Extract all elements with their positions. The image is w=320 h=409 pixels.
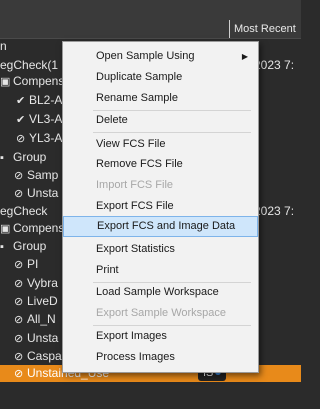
- menu-item-remove-fcs-file[interactable]: Remove FCS File: [63, 154, 258, 175]
- gate-icon: ⊘: [14, 259, 24, 271]
- tree-row-label: Samp: [27, 168, 59, 182]
- submenu-arrow-icon: ▶: [241, 52, 248, 61]
- menu-item-label: Open Sample Using: [96, 50, 195, 62]
- menu-item-load-sample-workspace[interactable]: Load Sample Workspace: [63, 282, 258, 303]
- tree-row-label: Unsta: [27, 186, 59, 200]
- gate-icon: ⊘: [14, 368, 24, 380]
- sort-most-recent-header[interactable]: Most Recent: [229, 20, 306, 38]
- tree-row-label: Group: [13, 150, 47, 164]
- check-icon: ✔: [16, 95, 26, 107]
- tree-row-label: Caspa: [27, 349, 62, 363]
- context-menu: Open Sample Using ▶ Duplicate Sample Rena…: [62, 41, 259, 373]
- menu-item-import-fcs-file[interactable]: Import FCS File: [63, 175, 258, 196]
- group-icon: ▪: [0, 152, 4, 164]
- tree-row-label: PI: [27, 257, 39, 271]
- tree-row-label: Compens: [13, 221, 65, 235]
- menu-item-process-images[interactable]: Process Images: [63, 347, 258, 368]
- menu-item-duplicate-sample[interactable]: Duplicate Sample: [63, 67, 258, 88]
- gate-icon: ⊘: [14, 170, 24, 182]
- tree-row-label: BL2-A: [29, 93, 63, 107]
- menu-item-export-sample-workspace[interactable]: Export Sample Workspace: [63, 303, 258, 324]
- menu-separator: [93, 132, 251, 133]
- tree-row-label: egCheck: [0, 204, 48, 218]
- menu-item-export-images[interactable]: Export Images: [63, 326, 258, 347]
- check-icon: ✔: [16, 114, 26, 126]
- menu-item-export-statistics[interactable]: Export Statistics: [63, 239, 258, 260]
- tree-row-label: egCheck(1: [0, 58, 59, 72]
- gate-icon: ⊘: [16, 133, 26, 145]
- tree-row-date: 2023 7:: [254, 204, 295, 218]
- menu-item-export-fcs-and-image-data[interactable]: Export FCS and Image Data: [63, 216, 258, 237]
- menu-item-open-sample-using[interactable]: Open Sample Using ▶: [63, 46, 258, 67]
- tree-row-label: YL3-A: [29, 131, 63, 145]
- tree-row-label: Compens: [13, 74, 65, 88]
- tree-row-label: Vybra: [27, 276, 58, 290]
- tree-row-label: All_N: [27, 312, 56, 326]
- compensation-icon: ▣: [0, 223, 11, 235]
- tree-row-label: Group: [13, 239, 47, 253]
- tree-row-label: n: [0, 39, 7, 53]
- menu-item-export-fcs-file[interactable]: Export FCS File: [63, 196, 258, 217]
- menu-item-view-fcs-file[interactable]: View FCS File: [63, 134, 258, 155]
- menu-item-print[interactable]: Print: [63, 260, 258, 281]
- gate-icon: ⊘: [14, 278, 24, 290]
- menu-item-rename-sample[interactable]: Rename Sample: [63, 88, 258, 109]
- top-toolbar: Most Recent: [0, 0, 301, 39]
- tree-row-label: Unsta: [27, 331, 59, 345]
- gate-icon: ⊘: [14, 333, 24, 345]
- menu-item-delete[interactable]: Delete: [63, 110, 258, 131]
- tree-row-label: VL3-A: [29, 112, 63, 126]
- gate-icon: ⊘: [14, 314, 24, 326]
- group-icon: ▪: [0, 241, 4, 253]
- tree-row-date: 2023 7:: [254, 58, 295, 72]
- gate-icon: ⊘: [14, 188, 24, 200]
- gate-icon: ⊘: [14, 351, 24, 363]
- tree-row-label: LiveD: [27, 294, 58, 308]
- gate-icon: ⊘: [14, 296, 24, 308]
- compensation-icon: ▣: [0, 76, 11, 88]
